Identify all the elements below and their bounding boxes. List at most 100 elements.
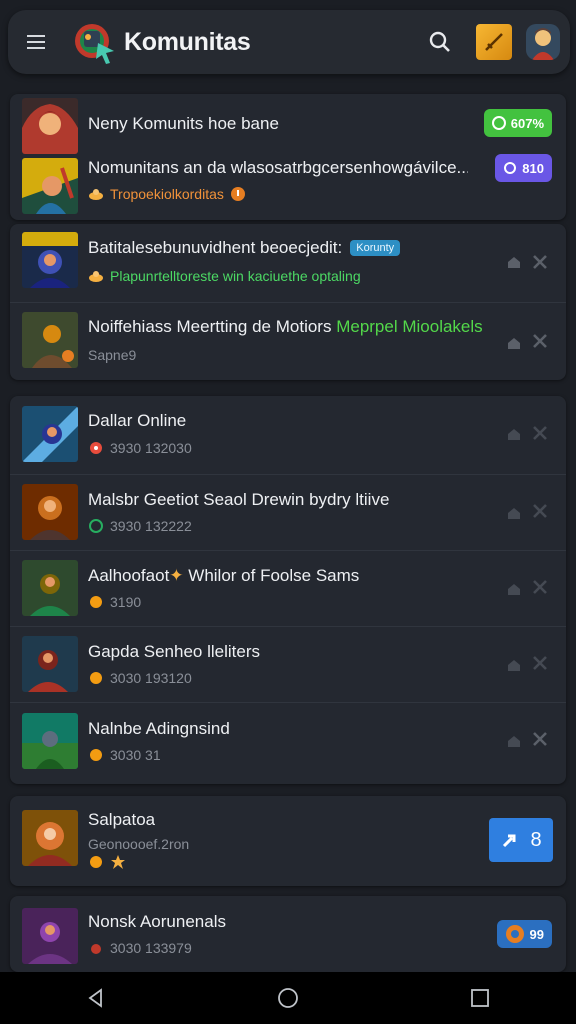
community-title: Malsbr Geetiot Seaol Drewin bydry ltiive (88, 490, 390, 509)
user-avatar[interactable] (526, 24, 560, 60)
community-subtitle-text: Plapunrtelltoreste win kaciuethe optalin… (110, 268, 361, 284)
pin-icon (508, 338, 520, 349)
shield-icon (491, 116, 506, 130)
pin-button[interactable] (504, 731, 524, 751)
community-title: Aalhoofaot✦ Whilor of Foolse Sams (88, 566, 359, 586)
home-icon (278, 988, 298, 1008)
pin-button[interactable] (504, 655, 524, 675)
heart-icon (90, 442, 102, 454)
coin-icon (90, 856, 102, 868)
menu-button[interactable] (8, 10, 64, 74)
search-icon (429, 31, 450, 52)
community-row[interactable]: Nonsk Aorunenals 3030 133979 99 (10, 896, 566, 972)
remove-button[interactable] (530, 331, 550, 351)
community-subtitle: 3030 31 (88, 747, 161, 763)
badge-value: 810 (522, 160, 544, 176)
community-title: Nonsk Aorunenals (88, 912, 226, 931)
home-button[interactable] (258, 972, 318, 1024)
pin-icon (508, 660, 520, 671)
star-icon: ✦ (169, 566, 184, 585)
close-icon (533, 255, 547, 269)
back-icon (88, 988, 102, 1008)
coin-icon (90, 596, 102, 608)
community-row[interactable]: Salpatoa Geonoooef.2ron 8 (10, 796, 566, 886)
recents-icon (471, 989, 489, 1007)
community-title: Neny Komunits hoe bane (88, 114, 279, 133)
remove-button[interactable] (530, 577, 550, 597)
community-title-text: Aalhoofaot (88, 566, 170, 585)
remove-button[interactable] (530, 252, 550, 272)
pin-button[interactable] (504, 503, 524, 523)
community-title-text: Batitalesebunuvidhent beoecjedit: (88, 238, 343, 257)
community-row[interactable]: Nomunitans an da wlasosatrbgcersenhowgáv… (10, 154, 566, 220)
community-title: Noiffehiass Meertting de Motiors Meprpel… (88, 317, 483, 337)
activity-badge[interactable]: 607% (483, 109, 552, 137)
coin-icon (90, 749, 102, 761)
community-row[interactable]: Batitalesebunuvidhent beoecjedit: Korunty… (10, 224, 566, 302)
orange-circle-icon (505, 925, 524, 943)
community-subtitle: 3930 132030 (88, 440, 192, 456)
remove-button[interactable] (530, 501, 550, 521)
community-thumbnail (22, 98, 78, 154)
community-thumbnail (22, 406, 78, 462)
system-nav-bar (0, 972, 576, 1024)
community-subtitle: 3030 133979 (88, 940, 192, 956)
community-thumbnail (22, 312, 78, 368)
badge-value: 607% (510, 115, 544, 131)
app-logo (70, 17, 120, 67)
community-subtitle: 3930 132222 (88, 518, 192, 534)
pin-button[interactable] (504, 424, 524, 444)
community-title: Nalnbe Adingnsind (88, 719, 230, 738)
remove-button[interactable] (530, 423, 550, 443)
community-subtitle: Sapne9 (88, 347, 137, 363)
community-row[interactable]: Dallar Online 3930 132030 (10, 396, 566, 474)
badge-value: 99 (529, 926, 544, 942)
community-subtitle-text: 3930 132030 (110, 440, 192, 456)
flame-icon (91, 944, 101, 954)
chat-button[interactable]: 8 (489, 818, 553, 862)
pin-icon (508, 257, 520, 268)
pin-button[interactable] (504, 333, 524, 353)
community-subtitle-text: 3030 31 (110, 747, 161, 763)
community-group-recommended: Batitalesebunuvidhent beoecjedit: Korunty… (10, 224, 566, 380)
community-thumbnail (22, 713, 78, 769)
coin-icon (90, 672, 102, 684)
community-thumbnail (22, 560, 78, 616)
community-row[interactable]: Noiffehiass Meertting de Motiors Meprpel… (10, 302, 566, 380)
community-row[interactable]: Aalhoofaot✦ Whilor of Foolse Sams 3190 (10, 550, 566, 626)
community-row[interactable]: Gapda Senheo lleliters 3030 193120 (10, 626, 566, 702)
remove-button[interactable] (530, 653, 550, 673)
community-thumbnail (22, 484, 78, 540)
activity-badge[interactable]: 810 (495, 154, 552, 182)
community-subtitle-text: 3190 (110, 594, 142, 610)
coin-icon (89, 189, 103, 200)
back-button[interactable] (66, 972, 126, 1024)
close-icon (533, 656, 547, 670)
pin-button[interactable] (504, 252, 524, 272)
community-subtitle-text: 3030 193120 (110, 670, 192, 686)
pin-icon (508, 508, 520, 519)
community-title: Gapda Senheo lleliters (88, 642, 261, 661)
pin-button[interactable] (504, 579, 524, 599)
rewards-button[interactable] (476, 24, 512, 60)
star-icon (111, 855, 125, 869)
search-button[interactable] (418, 20, 462, 64)
community-title-text: Noiffehiass Meertting de Motiors (88, 317, 332, 336)
community-title-rest: Whilor of Foolse Sams (188, 566, 360, 585)
community-title: Batitalesebunuvidhent beoecjedit: Korunty (88, 238, 401, 258)
refresh-icon (504, 162, 517, 174)
remove-button[interactable] (530, 729, 550, 749)
community-subtitle: Geonoooef.2ron (88, 836, 190, 852)
activity-badge[interactable]: 99 (496, 920, 552, 948)
community-row[interactable]: Nalnbe Adingnsind 3030 31 (10, 702, 566, 784)
community-row[interactable]: Malsbr Geetiot Seaol Drewin bydry ltiive… (10, 474, 566, 550)
recents-button[interactable] (450, 972, 510, 1024)
community-group-other: Nonsk Aorunenals 3030 133979 99 (10, 896, 566, 972)
app-title: Komunitas (124, 27, 251, 56)
community-title-highlight: Meprpel Mioolakels (336, 317, 483, 336)
community-subtitle: 3030 193120 (88, 670, 192, 686)
community-icons (88, 854, 126, 870)
community-subtitle: 3190 (88, 594, 141, 610)
community-row[interactable]: Neny Komunits hoe bane 607% (10, 94, 566, 156)
community-group-list: Dallar Online 3930 132030 Malsbr Geetiot… (10, 396, 566, 784)
